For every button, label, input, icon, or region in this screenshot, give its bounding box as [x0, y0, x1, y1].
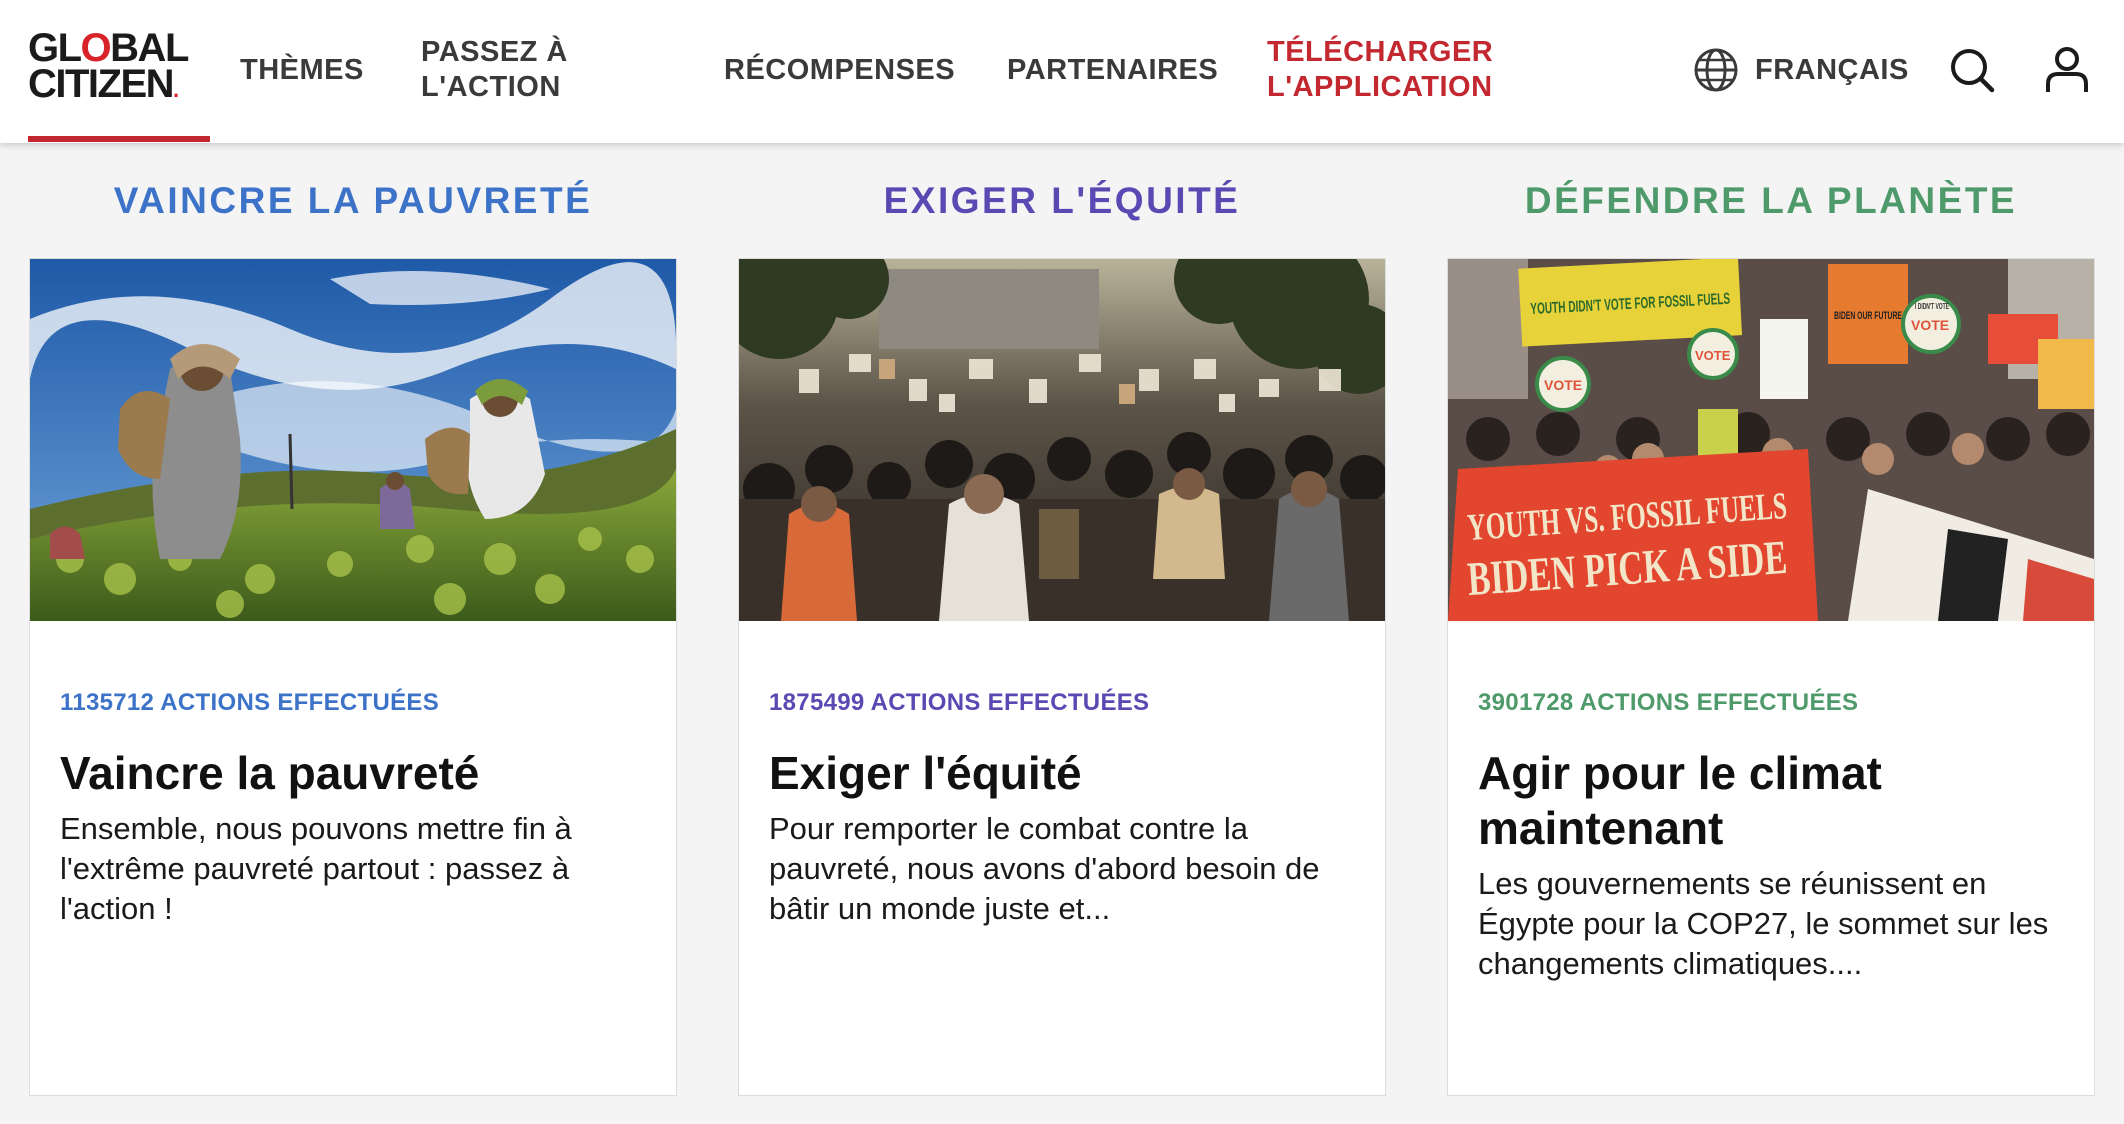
- sign-vote-1: VOTE: [1544, 377, 1582, 393]
- logo-line-2: CITIZEN.: [28, 62, 179, 106]
- actions-count: 3901728 ACTIONS EFFECTUÉES: [1478, 689, 1859, 716]
- street-protest-photo: [739, 259, 1385, 621]
- language-selector[interactable]: FRANÇAIS: [1693, 46, 1909, 94]
- column-equity: EXIGER L'ÉQUITÉ 1875499 ACTIONS EFFECTUÉ…: [738, 143, 1386, 1096]
- logo-line-1: GLOBAL: [28, 26, 189, 70]
- sign-vote-3: VOTE: [1911, 317, 1949, 333]
- nav-take-action-line2: L'ACTION: [421, 71, 561, 103]
- nav-take-action[interactable]: PASSEZ À L'ACTION: [421, 35, 568, 105]
- user-icon: [2046, 47, 2088, 92]
- search-icon: [1951, 49, 1995, 93]
- nav-take-action-line1: PASSEZ À: [421, 36, 568, 68]
- global-citizen-logo[interactable]: GLOBAL CITIZEN.: [28, 26, 210, 142]
- campaign-card-poverty[interactable]: 1135712 ACTIONS EFFECTUÉES Vaincre la pa…: [29, 258, 677, 1096]
- nav-rewards[interactable]: RÉCOMPENSES: [724, 53, 955, 88]
- card-title: Vaincre la pauvreté: [60, 747, 480, 799]
- language-label: FRANÇAIS: [1755, 53, 1909, 86]
- nav-download-app[interactable]: TÉLÉCHARGER L'APPLICATION: [1267, 35, 1493, 105]
- category-heading-poverty[interactable]: VAINCRE LA PAUVRETÉ: [29, 143, 677, 258]
- campaign-card-planet[interactable]: YOUTH DIDN'T VOTE FOR FOSSIL FUELS BIDEN…: [1447, 258, 2095, 1096]
- search-button[interactable]: [1948, 46, 1996, 99]
- card-description: Ensemble, nous pouvons mettre fin à l'ex…: [60, 811, 572, 926]
- nav-partners[interactable]: PARTENAIRES: [1007, 53, 1218, 88]
- active-nav-indicator: [28, 136, 210, 142]
- category-heading-planet[interactable]: DÉFENDRE LA PLANÈTE: [1447, 143, 2095, 258]
- card-description: Les gouvernements se réunissent en Égypt…: [1478, 866, 2049, 981]
- tea-pickers-photo: [30, 259, 676, 621]
- site-header: GLOBAL CITIZEN. THÈMES PASSEZ À L'ACTION…: [0, 0, 2124, 143]
- category-heading-equity[interactable]: EXIGER L'ÉQUITÉ: [738, 143, 1386, 258]
- climate-march-photo: YOUTH DIDN'T VOTE FOR FOSSIL FUELS BIDEN…: [1448, 259, 2094, 621]
- actions-count: 1135712 ACTIONS EFFECTUÉES: [60, 689, 440, 716]
- account-button[interactable]: [2044, 46, 2090, 99]
- card-title: Exiger l'équité: [769, 747, 1082, 799]
- nav-themes[interactable]: THÈMES: [240, 53, 364, 88]
- card-title: Agir pour le climat maintenant: [1478, 747, 1882, 854]
- actions-count: 1875499 ACTIONS EFFECTUÉES: [769, 689, 1150, 716]
- nav-download-line1: TÉLÉCHARGER: [1267, 36, 1494, 68]
- nav-download-line2: L'APPLICATION: [1267, 71, 1493, 103]
- campaign-card-equity[interactable]: 1875499 ACTIONS EFFECTUÉES Exiger l'équi…: [738, 258, 1386, 1096]
- column-poverty: VAINCRE LA PAUVRETÉ 1135712 ACTIONS EFFE…: [29, 143, 677, 1096]
- globe-icon: [1694, 48, 1738, 92]
- column-planet: DÉFENDRE LA PLANÈTE YOUTH DIDN'T VOTE FO…: [1447, 143, 2095, 1096]
- card-description: Pour remporter le combat contre la pauvr…: [769, 811, 1320, 926]
- sign-biden: BIDEN OUR FUTURE: [1834, 310, 1902, 322]
- sign-i-didnt-vote: I DIDN'T VOTE: [1915, 302, 1949, 311]
- sign-vote-2: VOTE: [1695, 348, 1731, 363]
